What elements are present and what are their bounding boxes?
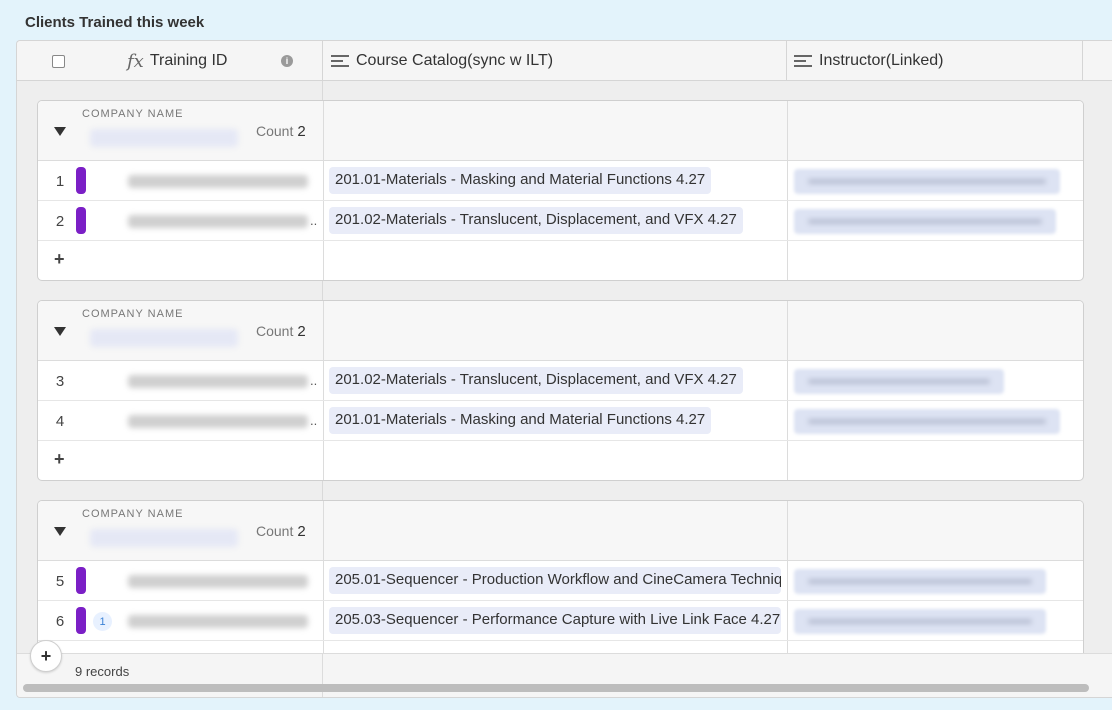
row-color-bar (76, 567, 86, 594)
column-header-course-label: Course Catalog(sync w ILT) (356, 52, 554, 69)
row-number: 3 (55, 373, 65, 390)
group-header: COMPANY NAME Count 2 (38, 301, 1083, 361)
column-header-instructor-label: Instructor(Linked) (819, 52, 944, 69)
course-chip[interactable]: 201.01-Materials - Masking and Material … (329, 167, 712, 194)
ellipsis: .. (310, 373, 318, 388)
plus-icon: + (54, 249, 65, 269)
instructor-chip-redacted[interactable] (794, 369, 1004, 394)
group-caption: COMPANY NAME (82, 508, 184, 520)
grid: fx Training ID i Course Catalog(sync w I… (16, 40, 1112, 698)
training-id-redacted (128, 415, 308, 428)
table-row[interactable]: 2 .. 201.02-Materials - Translucent, Dis… (38, 201, 1083, 241)
instructor-chip-redacted[interactable] (794, 409, 1060, 434)
group-company-name-redacted (90, 529, 238, 547)
column-header-training-id[interactable]: fx Training ID (127, 41, 227, 81)
course-chip[interactable]: 205.03-Sequencer - Performance Capture w… (329, 607, 781, 634)
group-count: Count 2 (256, 323, 306, 340)
plus-icon: + (54, 449, 65, 469)
course-chip[interactable]: 201.01-Materials - Masking and Material … (329, 407, 712, 434)
group-header: COMPANY NAME Count 2 (38, 501, 1083, 561)
instructor-chip-redacted[interactable] (794, 209, 1056, 234)
table-row[interactable]: 3 .. 201.02-Materials - Translucent, Dis… (38, 361, 1083, 401)
caret-down-icon[interactable] (54, 327, 66, 336)
instructor-chip-redacted[interactable] (794, 609, 1046, 634)
training-id-redacted (128, 175, 308, 188)
course-chip[interactable]: 201.02-Materials - Translucent, Displace… (329, 207, 743, 234)
group-header: COMPANY NAME Count 2 (38, 101, 1083, 161)
group-section: COMPANY NAME Count 2 1 201.01-Materials -… (37, 100, 1084, 281)
record-count: 9 records (75, 664, 130, 679)
caret-down-icon[interactable] (54, 527, 66, 536)
group-company-name-redacted (90, 329, 238, 347)
training-id-redacted (128, 575, 308, 588)
ellipsis: .. (310, 413, 318, 428)
instructor-chip-redacted[interactable] (794, 569, 1046, 594)
table-row[interactable]: 1 201.01-Materials - Masking and Materia… (38, 161, 1083, 201)
grid-footer: + 9 records (17, 640, 1112, 697)
lines-icon (794, 54, 812, 68)
row-number: 5 (55, 573, 65, 590)
course-chip[interactable]: 205.01-Sequencer - Production Workflow a… (329, 567, 781, 594)
instructor-chip-redacted[interactable] (794, 169, 1060, 194)
course-chip[interactable]: 201.02-Materials - Translucent, Displace… (329, 367, 743, 394)
lines-icon (331, 54, 349, 68)
training-id-redacted (128, 215, 308, 228)
add-record-row[interactable]: + (38, 241, 1083, 280)
comment-count-badge[interactable]: 1 (93, 612, 112, 631)
training-id-redacted (128, 615, 308, 628)
formula-icon: fx (127, 50, 144, 72)
add-record-button[interactable]: + (30, 640, 62, 672)
ellipsis: .. (310, 213, 318, 228)
select-all-checkbox[interactable] (52, 41, 65, 81)
grid-header: fx Training ID i Course Catalog(sync w I… (17, 41, 1112, 81)
row-number: 4 (55, 413, 65, 430)
table-row[interactable]: 6 1 205.03-Sequencer - Performance Captu… (38, 601, 1083, 641)
column-header-training-id-label: Training ID (149, 52, 228, 69)
group-caption: COMPANY NAME (82, 108, 184, 120)
group-count: Count 2 (256, 123, 306, 140)
table-row[interactable]: 4 .. 201.01-Materials - Masking and Mate… (38, 401, 1083, 441)
group-section: COMPANY NAME Count 2 3 .. 201.02-Material… (37, 300, 1084, 481)
column-header-instructor[interactable]: Instructor(Linked) (794, 41, 944, 81)
caret-down-icon[interactable] (54, 127, 66, 136)
group-count: Count 2 (256, 523, 306, 540)
training-id-redacted (128, 375, 308, 388)
row-number: 2 (55, 213, 65, 230)
column-header-course[interactable]: Course Catalog(sync w ILT) (331, 41, 553, 81)
row-number: 6 (55, 613, 65, 630)
column-info-button[interactable]: i (281, 41, 293, 81)
group-company-name-redacted (90, 129, 238, 147)
row-color-bar (76, 167, 86, 194)
add-record-row[interactable]: + (38, 441, 1083, 480)
group-caption: COMPANY NAME (82, 308, 184, 320)
view-title: Clients Trained this week (25, 14, 205, 31)
row-number: 1 (55, 173, 65, 190)
horizontal-scrollbar[interactable] (23, 684, 1089, 692)
table-row[interactable]: 5 205.01-Sequencer - Production Workflow… (38, 561, 1083, 601)
row-color-bar (76, 207, 86, 234)
group-section: COMPANY NAME Count 2 5 205.01-Sequencer -… (37, 500, 1084, 670)
row-color-bar (76, 607, 86, 634)
info-icon: i (281, 55, 293, 67)
